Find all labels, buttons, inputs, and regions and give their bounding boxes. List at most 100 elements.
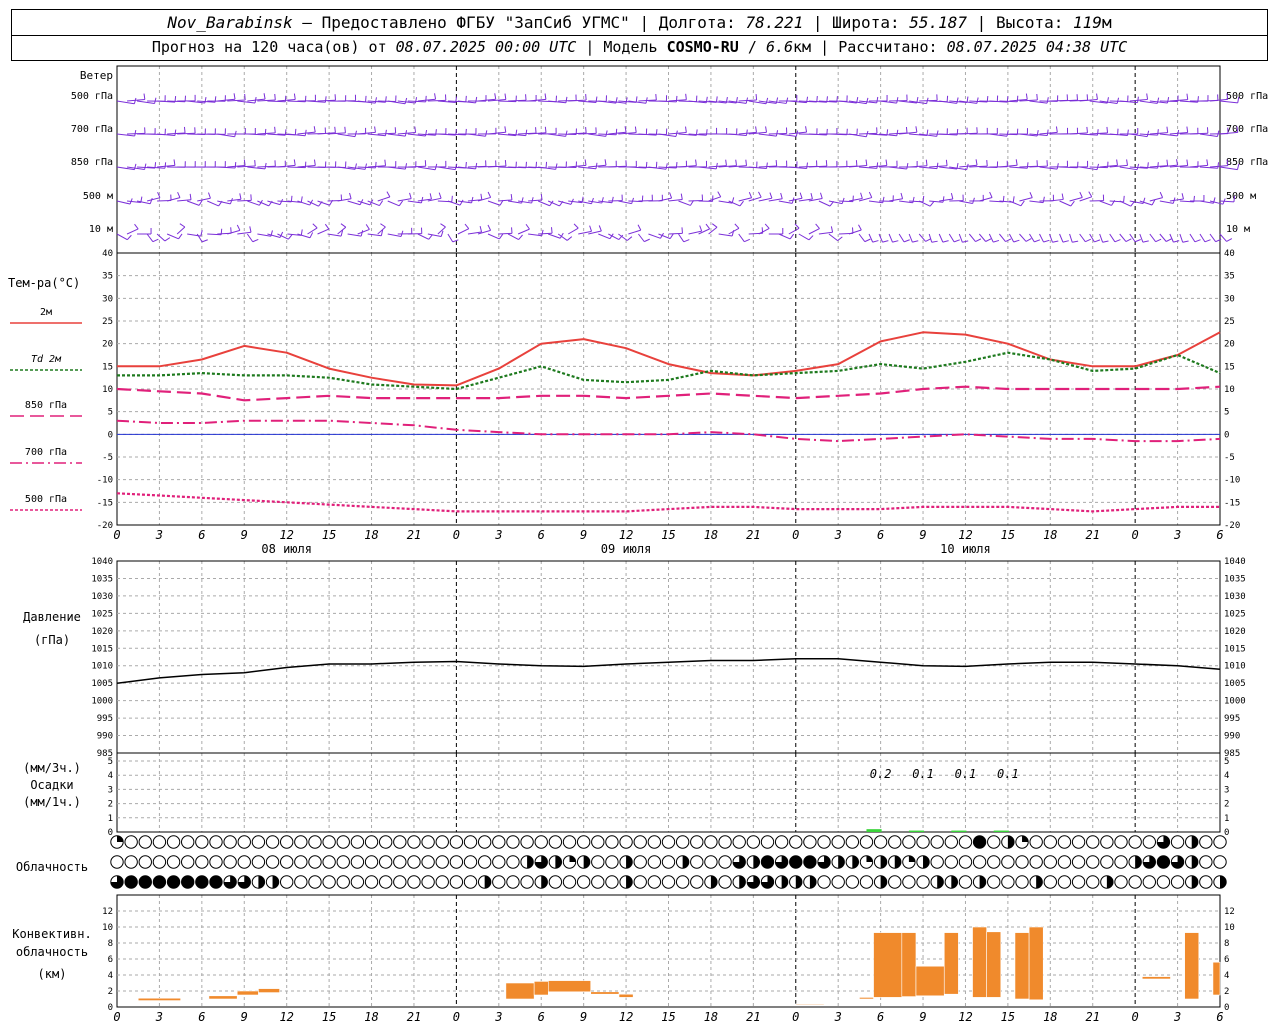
wind-barb-flag [1157, 129, 1159, 136]
wind-barb-shaft [447, 200, 461, 206]
cloud-cover-fill [1157, 855, 1170, 869]
wind-barb-flag [929, 201, 935, 207]
pressure-ytick-left: 990 [97, 732, 113, 742]
cloud-cover-symbol [110, 855, 124, 869]
cloud-cover-symbol [421, 875, 435, 889]
cloud-cover-symbol [1043, 855, 1058, 869]
wind-barb-shaft [788, 227, 800, 235]
time-axis-hour-label: 9 [241, 1010, 248, 1024]
meteogram-chart: Ветер Тем-ра(°С) Давление (гПа) (мм/3ч.)… [8, 65, 1268, 1024]
wind-barb-flag [573, 223, 579, 229]
time-axis-hour-label: 12 [619, 1010, 633, 1024]
cloud-cover-symbol [647, 875, 662, 889]
precip-ytick-left: 3 [108, 785, 113, 795]
cloud-cover-symbol [294, 835, 308, 849]
wind-barb-shaft [387, 200, 400, 207]
wind-barb-shaft [1089, 166, 1108, 169]
wind-barb-shaft [1069, 132, 1088, 135]
wind-barb-shaft [387, 133, 406, 137]
cloud-cover-symbol [152, 855, 167, 869]
temp-ytick-right: 35 [1224, 272, 1235, 282]
precip-value-label: 0.1 [955, 767, 977, 781]
wind-barb-flag [334, 126, 336, 133]
wind-barb-shaft [507, 233, 519, 240]
convective-cloud-bar [137, 997, 181, 1001]
wind-barb-flag [183, 126, 186, 133]
wind-barb-flag [1233, 195, 1236, 202]
wind-barb-shaft [498, 232, 513, 235]
wind-barb-flag [931, 240, 938, 243]
wind-barb-shaft [237, 199, 252, 202]
wind-barb-shaft [999, 233, 1006, 242]
cloud-cover-symbol [421, 855, 435, 869]
wind-barb-flag [598, 225, 602, 232]
pressure-ytick-right: 1035 [1224, 574, 1246, 584]
cloud-cover-fill [1106, 875, 1114, 889]
cloud-cover-symbol [1057, 875, 1072, 889]
time-axis-hour-label: 21 [1086, 528, 1100, 542]
wind-barb-flag [300, 229, 303, 236]
wind-barb-flag [440, 230, 444, 237]
wind-barb-flag [1015, 159, 1018, 166]
pressure-ytick-left: 1030 [91, 592, 113, 602]
wind-barb-flag [966, 163, 969, 170]
wind-barb-flag [1088, 191, 1093, 198]
cloud-cover-symbol [364, 835, 379, 849]
wind-barb-flag [789, 233, 795, 240]
time-axis-hour-label: 3 [155, 528, 163, 542]
wind-barb-shaft [1009, 200, 1022, 207]
conv-panel-unit: (км) [38, 967, 67, 981]
wind-barb-flag [585, 94, 587, 101]
time-axis-date-label: 08 июля [261, 542, 312, 556]
wind-barb-flag [1194, 239, 1201, 243]
cloud-cover-symbol [690, 875, 704, 889]
precip-ytick-right: 4 [1224, 771, 1229, 781]
wind-barb-flag [264, 128, 267, 135]
cloud-cover-symbol [591, 855, 605, 869]
wind-barb-shaft [176, 226, 186, 235]
wind-barb-flag [945, 159, 948, 166]
cloud-cover-symbol [364, 875, 379, 889]
wind-barb-flag [293, 159, 296, 166]
wind-barb-shaft [598, 233, 611, 240]
time-axis-hour-label: 3 [494, 1010, 502, 1024]
wind-level-label-left: 700 гПа [71, 124, 113, 135]
wind-barb-flag [204, 97, 207, 104]
wind-barb-flag [912, 196, 915, 203]
wind-barb-flag [962, 240, 969, 243]
wind-barb-shaft [1069, 233, 1073, 243]
wind-barb-flag [479, 226, 483, 233]
cloud-cover-fill [1220, 875, 1227, 889]
wind-barb-shaft [909, 165, 928, 168]
cloud-cover-symbol [350, 835, 365, 849]
cloud-cover-symbol [944, 835, 959, 849]
cloud-cover-symbol [902, 875, 916, 889]
wind-barb-flag [717, 191, 722, 198]
wind-barb-flag [152, 238, 159, 243]
cloud-cover-symbol [223, 855, 237, 869]
cloud-cover-symbol [492, 835, 506, 849]
wind-barb-flag [635, 96, 638, 103]
wind-barb-flag [312, 223, 318, 229]
wind-barb-flag [865, 97, 869, 104]
wind-barb-flag [428, 234, 433, 240]
cloud-cover-symbol [336, 835, 350, 849]
temp-ytick-left: -20 [97, 521, 113, 531]
wind-barb-flag [806, 162, 808, 169]
wind-barb-shaft [908, 233, 913, 243]
cloud-cover-symbol [789, 835, 803, 849]
temp-ytick-right: 20 [1224, 340, 1235, 350]
cloud-cover-fill [753, 855, 760, 869]
temp-legend-label: 500 гПа [25, 494, 67, 505]
cloud-cover-symbol [859, 875, 874, 889]
cloud-cover-symbol [166, 855, 181, 869]
time-axis-hour-label: 0 [453, 1010, 460, 1024]
conv-ytick-left: 10 [102, 923, 113, 933]
wind-barb-flag [748, 192, 753, 198]
temp-ytick-right: 15 [1224, 362, 1235, 372]
wind-barb-shaft [217, 200, 231, 205]
pressure-ytick-right: 1030 [1224, 592, 1246, 602]
wind-level-label-left: 500 гПа [71, 91, 113, 102]
wind-barb-flag [1006, 130, 1009, 137]
wind-barb-flag [1186, 159, 1189, 166]
